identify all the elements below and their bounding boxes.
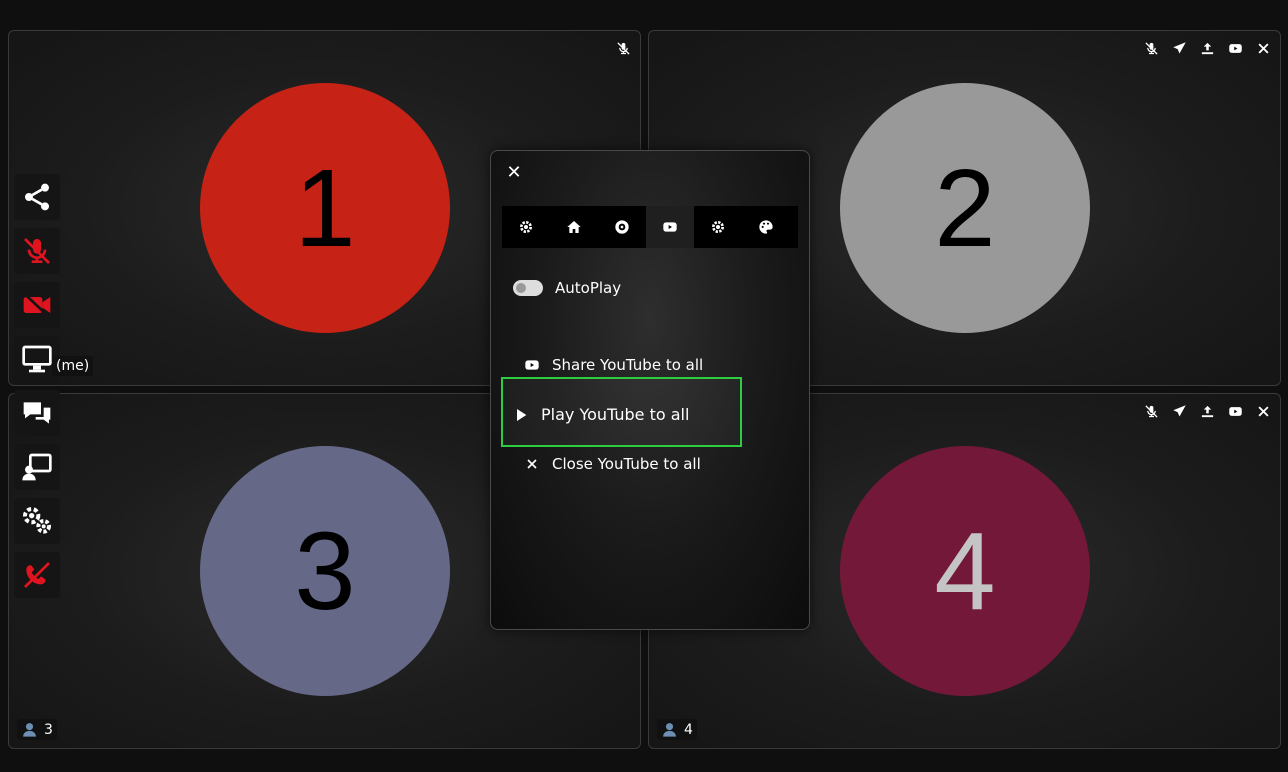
- mic-off-icon[interactable]: [1142, 39, 1160, 57]
- share-icon: [25, 183, 49, 211]
- avatar-number: 2: [934, 146, 996, 270]
- mic-off-icon[interactable]: [1142, 402, 1160, 420]
- avatar-number: 3: [294, 509, 356, 633]
- home-icon: [567, 221, 581, 233]
- left-toolbar: [14, 174, 60, 598]
- tab-devices[interactable]: [502, 206, 550, 248]
- presentation-icon: [22, 453, 52, 481]
- disc-icon: [615, 220, 629, 234]
- avatar-number: 4: [934, 509, 996, 633]
- audio-toggle-button[interactable]: [14, 228, 60, 274]
- tab-theme[interactable]: [742, 206, 790, 248]
- close-icon[interactable]: [1254, 39, 1272, 57]
- peer-label: 3: [17, 719, 57, 740]
- peer-label: 4: [657, 719, 697, 740]
- phone-hangup-icon: [24, 562, 50, 588]
- youtube-icon[interactable]: [1226, 402, 1244, 420]
- close-youtube-label: Close YouTube to all: [552, 455, 701, 473]
- autoplay-toggle[interactable]: [513, 280, 543, 296]
- user-icon: [23, 723, 36, 737]
- close-youtube-button[interactable]: Close YouTube to all: [524, 455, 701, 473]
- whiteboard-button[interactable]: [14, 444, 60, 490]
- me-label: (me): [52, 356, 94, 376]
- avatar-2: 2: [840, 83, 1090, 333]
- chat-icon: [23, 402, 51, 424]
- settings-tabs: [502, 206, 798, 248]
- palette-icon: [759, 220, 773, 234]
- upload-icon[interactable]: [1198, 39, 1216, 57]
- settings-modal: ✕ AutoPlay Share YouTube to all Play You…: [490, 150, 810, 630]
- leave-room-button[interactable]: [14, 552, 60, 598]
- avatar-1: 1: [200, 83, 450, 333]
- tile-tools: [1142, 39, 1272, 57]
- avatar-number: 1: [294, 146, 356, 270]
- play-icon: [517, 408, 527, 421]
- send-icon[interactable]: [1170, 39, 1188, 57]
- camera-off-icon: [22, 292, 51, 318]
- user-icon: [663, 723, 676, 737]
- send-icon[interactable]: [1170, 402, 1188, 420]
- close-modal-button[interactable]: ✕: [505, 161, 523, 183]
- youtube-icon: [663, 222, 677, 232]
- video-toggle-button[interactable]: [14, 282, 60, 328]
- chat-button[interactable]: [14, 390, 60, 436]
- tab-recording[interactable]: [598, 206, 646, 248]
- close-icon: ✕: [506, 161, 522, 183]
- youtube-icon: [525, 360, 539, 370]
- mic-off-icon[interactable]: [614, 39, 632, 57]
- share-youtube-label: Share YouTube to all: [552, 356, 704, 374]
- desktop-icon: [22, 345, 52, 373]
- autoplay-label: AutoPlay: [555, 279, 622, 297]
- youtube-icon[interactable]: [1226, 39, 1244, 57]
- gear-icon: [712, 221, 724, 233]
- upload-icon[interactable]: [1198, 402, 1216, 420]
- share-room-button[interactable]: [14, 174, 60, 220]
- close-icon: [527, 459, 537, 469]
- avatar-4: 4: [840, 446, 1090, 696]
- mic-off-icon: [24, 238, 50, 264]
- play-youtube-button[interactable]: Play YouTube to all: [513, 405, 689, 424]
- share-youtube-button[interactable]: Share YouTube to all: [524, 356, 703, 374]
- gears-icon: [23, 506, 51, 534]
- tab-room[interactable]: [550, 206, 598, 248]
- autoplay-row: AutoPlay: [513, 279, 621, 297]
- play-youtube-label: Play YouTube to all: [541, 405, 690, 424]
- avatar-3: 3: [200, 446, 450, 696]
- close-icon[interactable]: [1254, 402, 1272, 420]
- gear-icon: [520, 221, 532, 233]
- tab-advanced[interactable]: [694, 206, 742, 248]
- tile-tools: [1142, 402, 1272, 420]
- settings-button[interactable]: [14, 498, 60, 544]
- tab-youtube[interactable]: [646, 206, 694, 248]
- tile-tools: [614, 39, 632, 57]
